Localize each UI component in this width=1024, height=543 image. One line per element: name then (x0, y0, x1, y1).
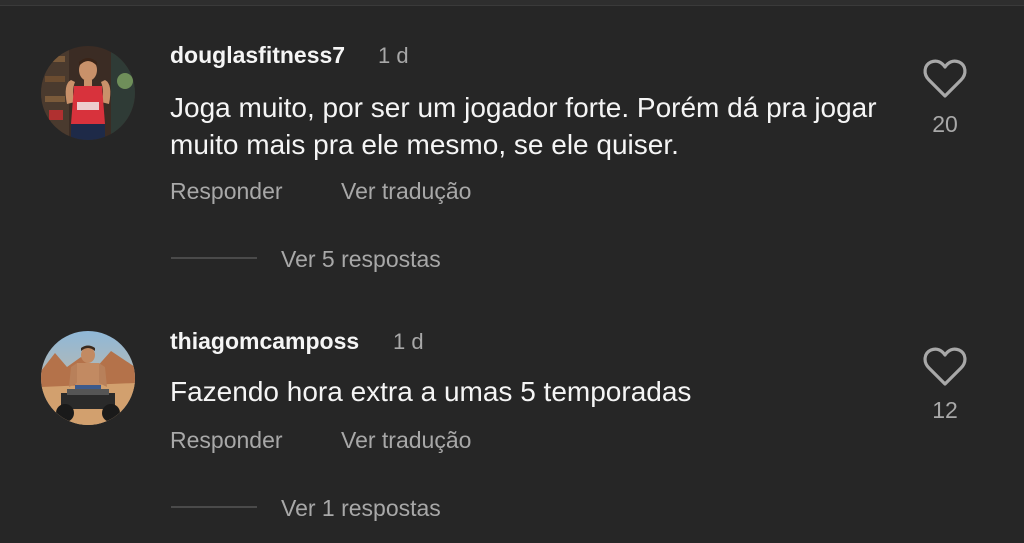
comment-username[interactable]: thiagomcamposs (170, 328, 359, 355)
translate-button[interactable]: Ver tradução (341, 178, 471, 205)
avatar[interactable] (41, 46, 135, 140)
view-replies-button[interactable]: Ver 1 respostas (281, 495, 441, 522)
like-count: 20 (932, 111, 958, 137)
reply-button[interactable]: Responder (170, 427, 283, 454)
translate-button[interactable]: Ver tradução (341, 427, 471, 454)
comment-text: Fazendo hora extra a umas 5 temporadas (170, 376, 692, 407)
comment-item: douglasfitness7 1 d Joga muito, por ser … (0, 0, 1024, 290)
heart-outline-icon[interactable] (922, 58, 968, 100)
comment-timestamp: 1 d (393, 329, 424, 354)
view-replies-button[interactable]: Ver 5 respostas (281, 246, 441, 273)
comment-timestamp: 1 d (378, 43, 409, 68)
comment-text: Joga muito, por ser um jogador forte. Po… (170, 92, 877, 160)
avatar[interactable] (41, 331, 135, 425)
like-count: 12 (932, 397, 958, 423)
reply-button[interactable]: Responder (170, 178, 283, 205)
comment-item: thiagomcamposs 1 d Fazendo hora extra a … (0, 290, 1024, 543)
heart-outline-icon[interactable] (922, 346, 968, 388)
replies-divider (171, 257, 257, 259)
replies-divider (171, 506, 257, 508)
comment-username[interactable]: douglasfitness7 (170, 42, 345, 69)
